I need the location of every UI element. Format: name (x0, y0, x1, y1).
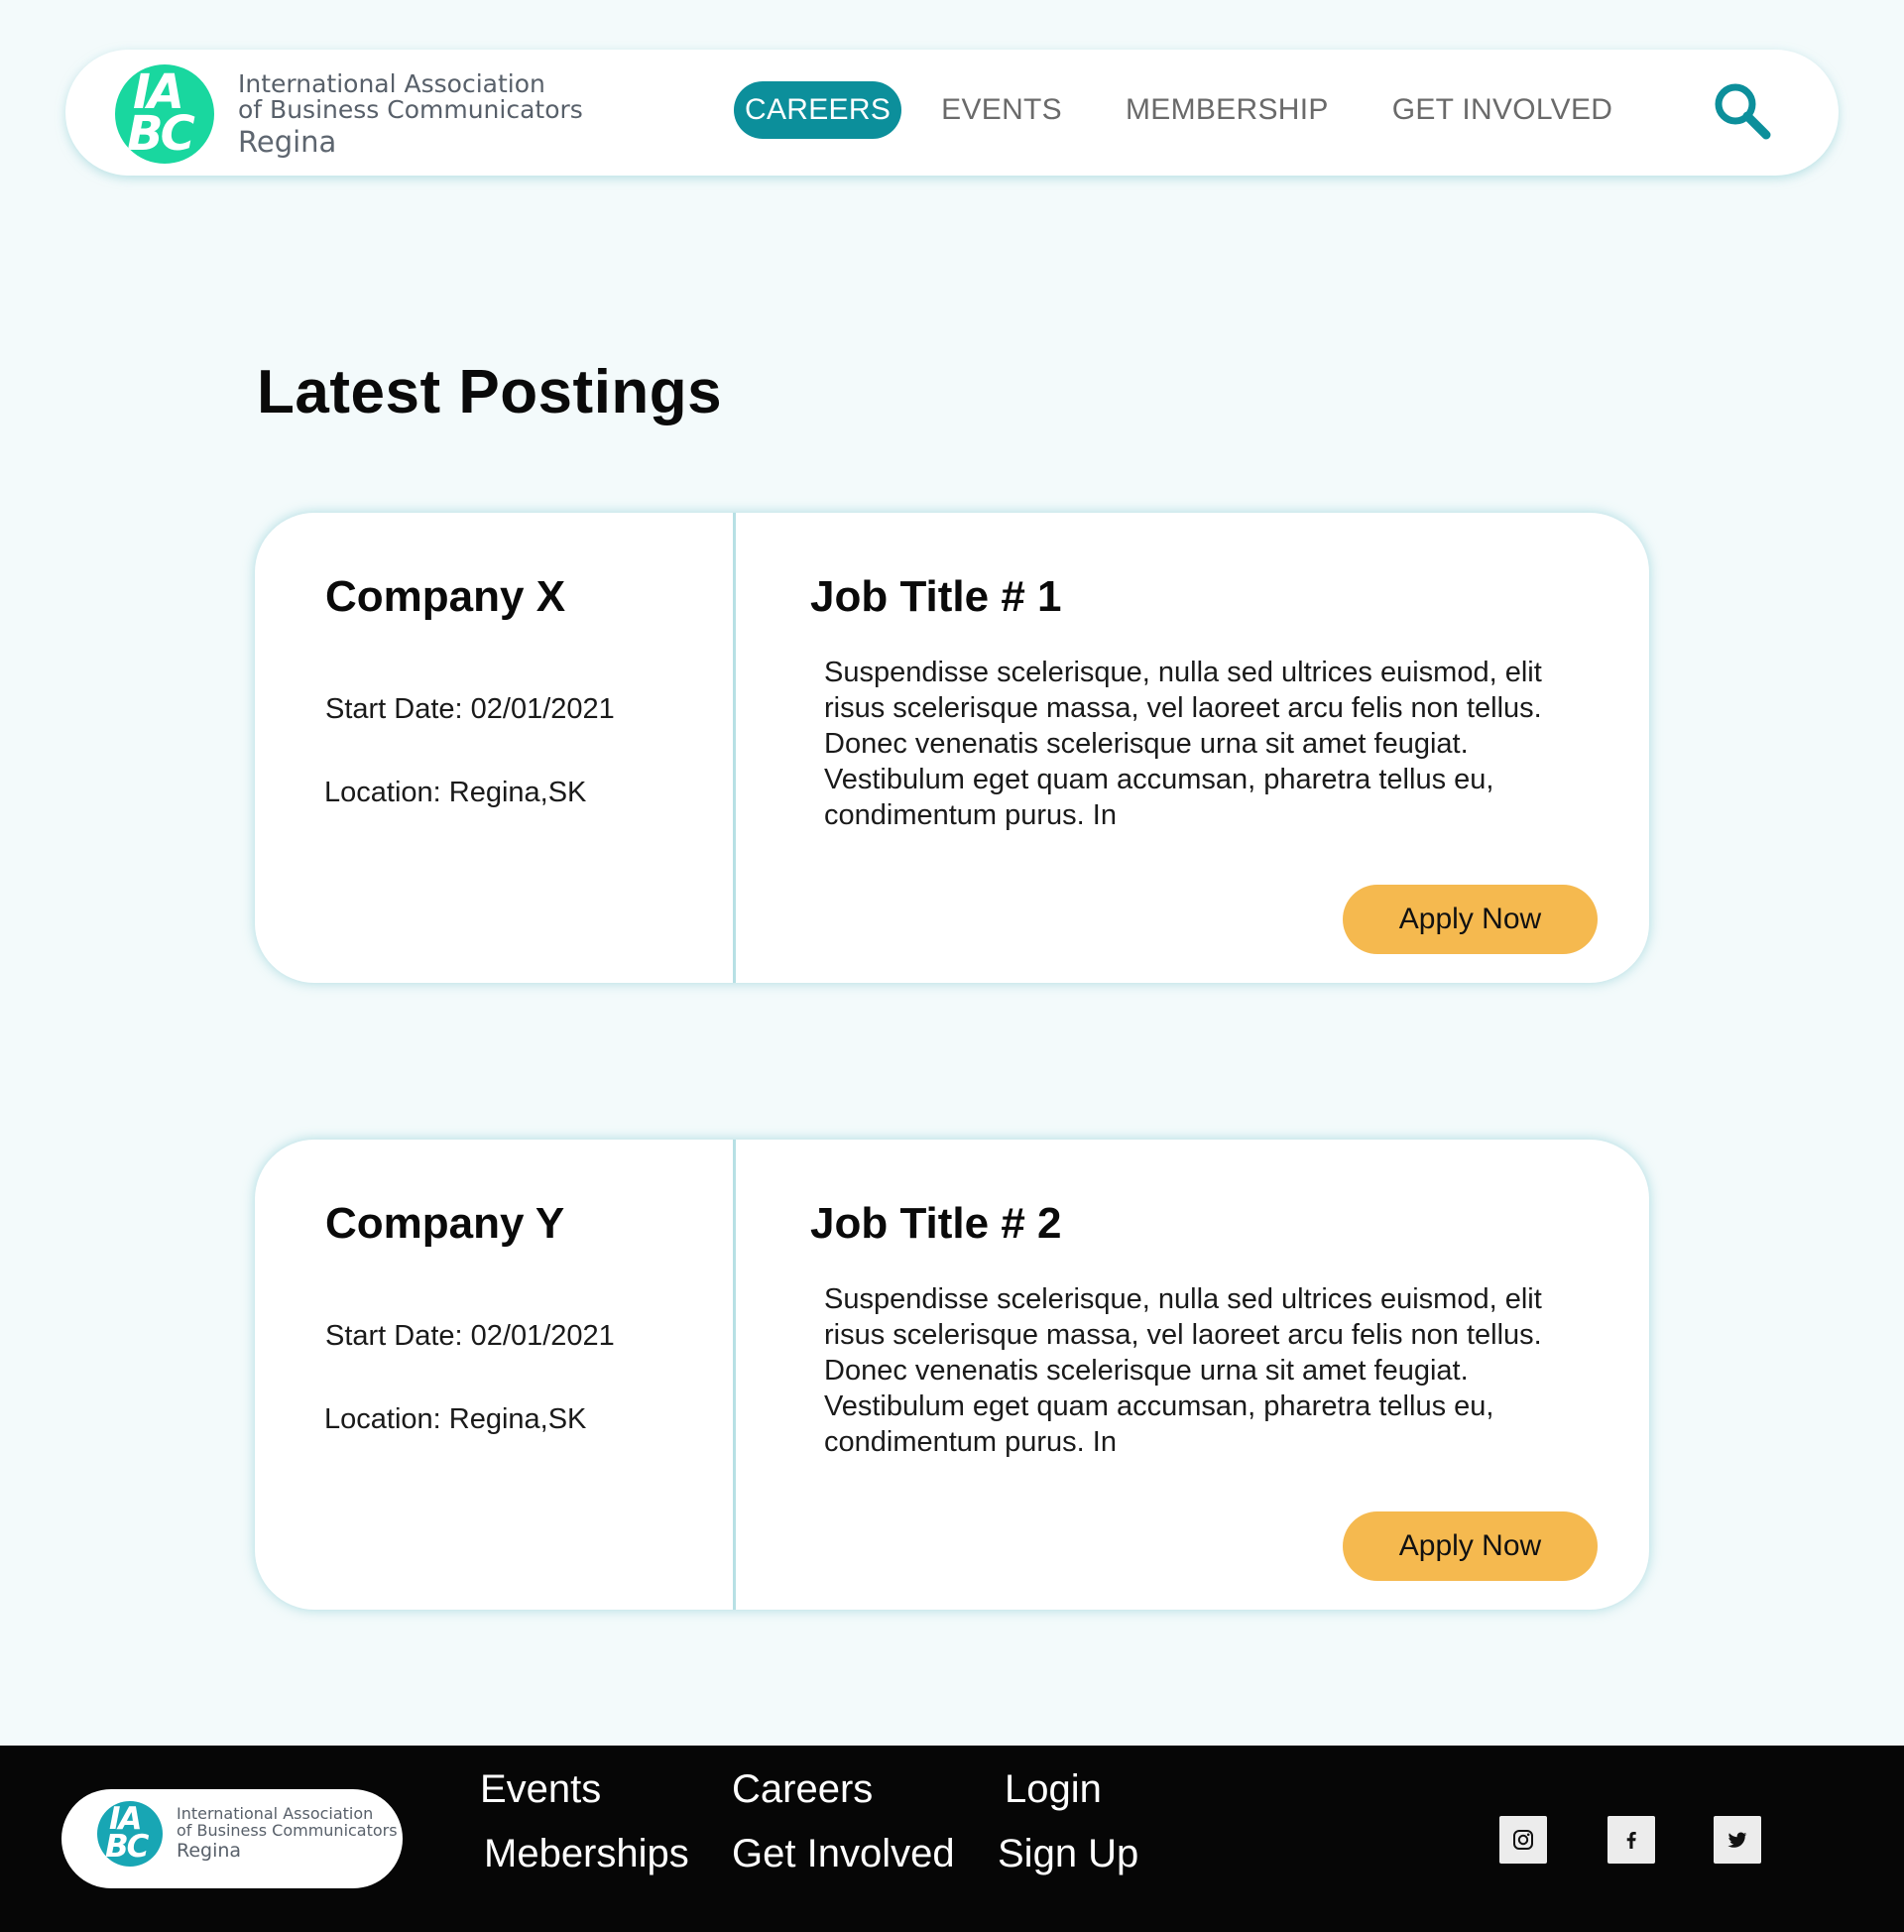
footer-link-login[interactable]: Login (1005, 1767, 1102, 1812)
logo-line-2: of Business Communicators (238, 95, 583, 125)
logo-line-1: International Association (238, 69, 545, 99)
footer-logo-container[interactable]: IA BC International Association of Busin… (61, 1789, 403, 1888)
nav-item-get-involved[interactable]: GET INVOLVED (1380, 81, 1625, 139)
location: Location: Regina,SK (324, 777, 587, 808)
facebook-icon[interactable] (1607, 1816, 1655, 1864)
apply-now-button[interactable]: Apply Now (1343, 885, 1598, 954)
iabc-logo[interactable]: IA BC International Association of Busin… (97, 1801, 398, 1867)
job-posting-card: Company X Start Date: 02/01/2021 Locatio… (255, 513, 1649, 983)
site-header: IA BC International Association of Busin… (65, 50, 1839, 176)
job-posting-card: Company Y Start Date: 02/01/2021 Locatio… (255, 1140, 1649, 1610)
nav-item-membership[interactable]: MEMBERSHIP (1114, 81, 1341, 139)
instagram-icon[interactable] (1499, 1816, 1547, 1864)
apply-now-button[interactable]: Apply Now (1343, 1511, 1598, 1581)
page-title: Latest Postings (257, 358, 723, 426)
logo-wordmark: International Association of Business Co… (177, 1805, 398, 1862)
logo-line-3: Regina (238, 124, 337, 159)
iabc-logo-badge-icon: IA BC (97, 1801, 163, 1867)
card-divider (733, 1140, 736, 1610)
iabc-logo[interactable]: IA BC International Association of Busin… (115, 64, 583, 164)
footer-link-events[interactable]: Events (480, 1767, 601, 1812)
main-nav: CAREERS EVENTS MEMBERSHIP GET INVOLVED (734, 81, 1624, 139)
footer-link-get-involved[interactable]: Get Involved (732, 1832, 955, 1876)
card-divider (733, 513, 736, 983)
job-title: Job Title # 1 (810, 572, 1062, 621)
job-description: Suspendisse scelerisque, nulla sed ultri… (824, 657, 1542, 831)
start-date: Start Date: 02/01/2021 (325, 1320, 615, 1352)
site-footer: IA BC International Association of Busin… (0, 1746, 1904, 1932)
footer-link-careers[interactable]: Careers (732, 1767, 873, 1812)
logo-wordmark: International Association of Business Co… (238, 69, 583, 159)
location: Location: Regina,SK (324, 1403, 587, 1435)
footer-link-sign-up[interactable]: Sign Up (998, 1832, 1138, 1876)
logo-line-2: of Business Communicators (177, 1821, 398, 1841)
nav-item-careers[interactable]: CAREERS (734, 81, 902, 139)
start-date: Start Date: 02/01/2021 (325, 693, 615, 725)
company-name: Company Y (325, 1199, 565, 1248)
company-name: Company X (325, 572, 566, 621)
logo-line-3: Regina (177, 1839, 242, 1862)
search-icon[interactable] (1711, 79, 1774, 143)
job-title: Job Title # 2 (810, 1199, 1062, 1248)
job-description: Suspendisse scelerisque, nulla sed ultri… (824, 1283, 1542, 1458)
nav-item-events[interactable]: EVENTS (929, 81, 1074, 139)
twitter-icon[interactable] (1714, 1816, 1761, 1864)
iabc-logo-badge-icon: IA BC (115, 64, 214, 164)
footer-link-memberships[interactable]: Meberships (484, 1832, 689, 1876)
